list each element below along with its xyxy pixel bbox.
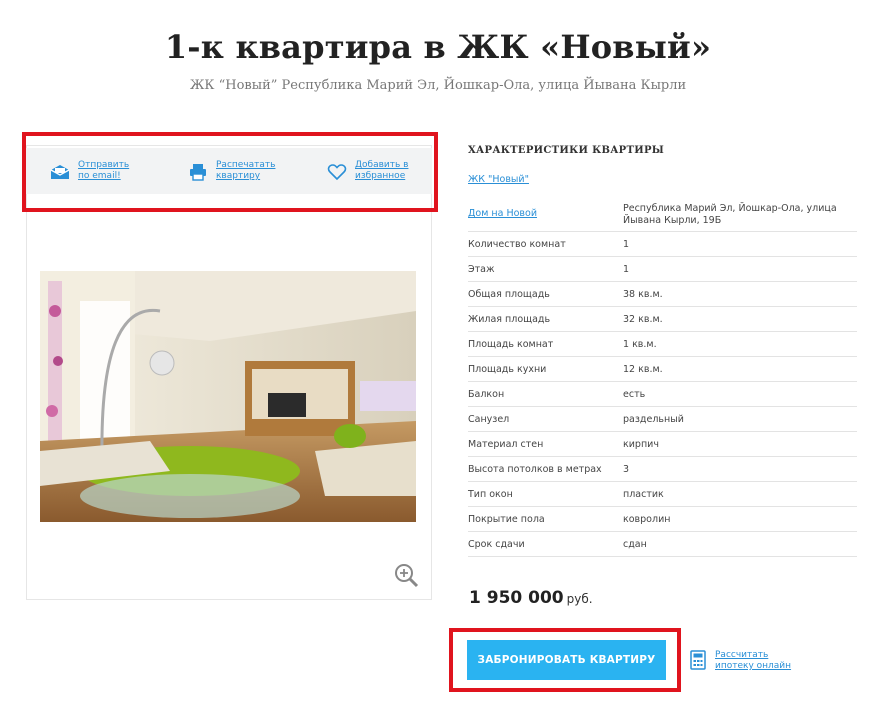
table-row: Площадь кухни 12 кв.м. — [468, 357, 857, 382]
spec-key: Количество комнат — [468, 238, 566, 250]
spec-value: 1 кв.м. — [623, 338, 657, 350]
table-row: Жилая площадь 32 кв.м. — [468, 307, 857, 332]
address-link[interactable]: Дом на Новой — [468, 203, 623, 231]
spec-value: кирпич — [623, 438, 659, 450]
table-row: Покрытие пола ковролин — [468, 507, 857, 532]
mortgage-calculator-link[interactable]: Рассчитать ипотеку онлайн — [690, 650, 795, 672]
mortgage-label: Рассчитать ипотеку онлайн — [715, 650, 792, 671]
spec-value: 12 кв.м. — [623, 363, 663, 375]
spec-value: раздельный — [623, 413, 684, 425]
spec-value: пластик — [623, 488, 664, 500]
spec-value: 32 кв.м. — [623, 313, 663, 325]
spec-value: 1 — [623, 263, 630, 275]
price: 1 950 000 руб. — [469, 588, 593, 608]
table-row: Дом на Новой Республика Марий Эл, Йошкар… — [468, 197, 857, 232]
table-row: Санузел раздельный — [468, 407, 857, 432]
spec-key: Срок сдачи — [468, 538, 525, 550]
spec-key: Площадь кухни — [468, 363, 547, 375]
highlight-frame-actions — [22, 132, 438, 212]
table-row: Материал стен кирпич — [468, 432, 857, 457]
table-row: Высота потолков в метрах 3 — [468, 457, 857, 482]
price-currency: руб. — [566, 592, 593, 606]
complex-link[interactable]: ЖК "Новый" — [468, 174, 529, 185]
table-row: Количество комнат 1 — [468, 232, 857, 257]
table-row: Этаж 1 — [468, 257, 857, 282]
calculator-icon — [690, 650, 706, 670]
spec-key: Площадь комнат — [468, 338, 554, 350]
table-row: Тип окон пластик — [468, 482, 857, 507]
spec-value: ковролин — [623, 513, 671, 525]
table-row: Балкон есть — [468, 382, 857, 407]
spec-value: 1 — [623, 238, 630, 250]
table-row: Срок сдачи сдан — [468, 532, 857, 557]
table-row: Площадь комнат 1 кв.м. — [468, 332, 857, 357]
page-title: 1-к квартира в ЖК «Новый» — [164, 28, 712, 66]
table-row: Общая площадь 38 кв.м. — [468, 282, 857, 307]
spec-key: Материал стен — [468, 438, 544, 450]
spec-value: 3 — [623, 463, 630, 475]
spec-key: Балкон — [468, 388, 505, 400]
spec-key: Высота потолков в метрах — [468, 463, 602, 475]
spec-key: Санузел — [468, 413, 510, 425]
zoom-icon[interactable] — [393, 562, 419, 588]
price-amount: 1 950 000 — [469, 588, 564, 608]
specs-table: Дом на Новой Республика Марий Эл, Йошкар… — [468, 197, 857, 557]
spec-value: 38 кв.м. — [623, 288, 663, 300]
page-subtitle: ЖК “Новый” Республика Марий Эл, Йошкар-О… — [189, 78, 687, 93]
spec-key: Жилая площадь — [468, 313, 551, 325]
spec-key: Тип окон — [468, 488, 513, 500]
spec-value: есть — [623, 388, 646, 400]
spec-key: Покрытие пола — [468, 513, 545, 525]
apartment-photo[interactable] — [40, 271, 416, 522]
highlight-frame-book — [449, 628, 681, 692]
address-value: Республика Марий Эл, Йошкар-Ола, улица Й… — [623, 203, 837, 226]
spec-value: сдан — [623, 538, 647, 550]
spec-key: Этаж — [468, 263, 495, 275]
spec-key: Общая площадь — [468, 288, 550, 300]
specs-heading: ХАРАКТЕРИСТИКИ КВАРТИРЫ — [468, 145, 665, 156]
